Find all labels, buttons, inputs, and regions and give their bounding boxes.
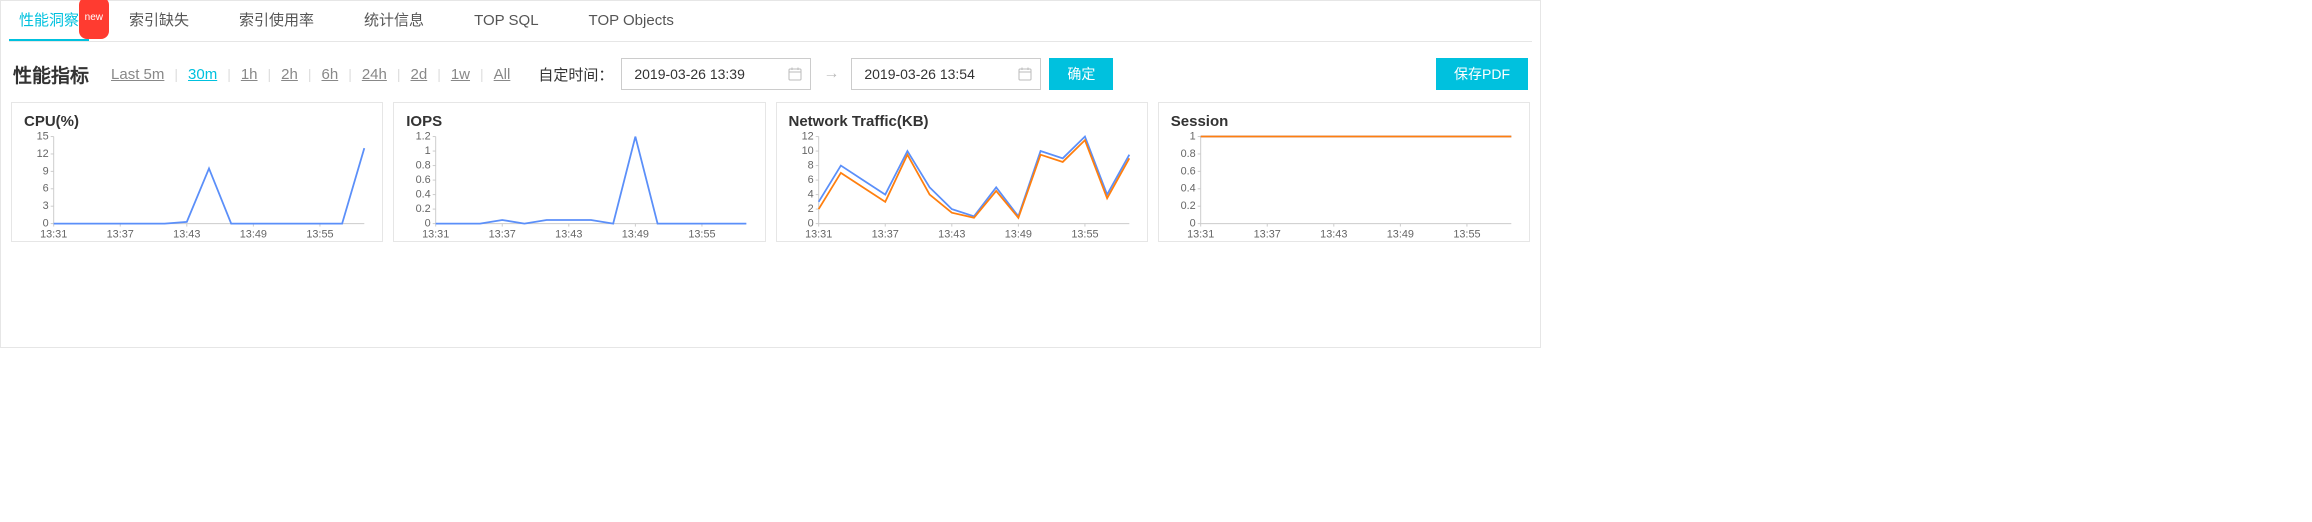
charts-row: CPU(%)0369121513:3113:3713:4313:4913:55I… [1, 102, 1540, 242]
svg-text:10: 10 [801, 145, 813, 157]
svg-text:13:43: 13:43 [938, 228, 965, 240]
svg-text:13:31: 13:31 [422, 228, 449, 240]
time-to-input[interactable]: 2019-03-26 13:54 [851, 58, 1041, 90]
chart-plot[interactable]: 0369121513:3113:3713:4313:4913:55 [24, 132, 370, 242]
svg-text:15: 15 [37, 132, 49, 143]
svg-text:13:49: 13:49 [240, 228, 267, 240]
calendar-icon [1018, 67, 1032, 81]
time-range-all[interactable]: All [484, 66, 521, 83]
chart-title: CPU(%) [24, 113, 370, 130]
chart-card-0: CPU(%)0369121513:3113:3713:4313:4913:55 [11, 102, 383, 242]
time-from-value: 2019-03-26 13:39 [634, 66, 745, 82]
tab-1[interactable]: 索引缺失 [129, 1, 189, 41]
time-range-arrow-icon: → [819, 65, 843, 83]
section-title: 性能指标 [13, 61, 89, 88]
svg-text:13:43: 13:43 [173, 228, 200, 240]
tab-bar: 性能洞察new 索引缺失 索引使用率 统计信息 TOP SQL TOP Objects [1, 1, 1540, 41]
svg-text:13:49: 13:49 [1387, 228, 1414, 240]
svg-text:13:37: 13:37 [871, 228, 898, 240]
svg-text:13:37: 13:37 [107, 228, 134, 240]
svg-text:13:55: 13:55 [1453, 228, 1480, 240]
svg-text:6: 6 [807, 174, 813, 186]
svg-text:13:37: 13:37 [489, 228, 516, 240]
time-range-2h[interactable]: 2h [271, 66, 308, 83]
save-pdf-button[interactable]: 保存PDF [1436, 58, 1528, 90]
svg-text:13:49: 13:49 [622, 228, 649, 240]
svg-text:6: 6 [43, 183, 49, 195]
chart-card-3: Session00.20.40.60.8113:3113:3713:4313:4… [1158, 102, 1530, 242]
svg-text:1: 1 [1189, 132, 1195, 143]
time-to-value: 2019-03-26 13:54 [864, 66, 975, 82]
tab-0[interactable]: 性能洞察new [19, 1, 79, 41]
tab-underline [9, 41, 1532, 42]
calendar-icon [788, 67, 802, 81]
svg-text:13:55: 13:55 [306, 228, 333, 240]
tab-4[interactable]: TOP SQL [474, 1, 538, 41]
svg-text:12: 12 [37, 148, 49, 160]
time-range-6h[interactable]: 6h [312, 66, 349, 83]
new-badge: new [79, 0, 109, 39]
time-from-input[interactable]: 2019-03-26 13:39 [621, 58, 811, 90]
svg-text:13:55: 13:55 [689, 228, 716, 240]
svg-text:0.6: 0.6 [416, 174, 431, 186]
chart-title: Network Traffic(KB) [789, 113, 1135, 130]
svg-text:8: 8 [807, 160, 813, 172]
svg-text:0.6: 0.6 [1180, 165, 1195, 177]
svg-text:13:43: 13:43 [555, 228, 582, 240]
time-range-links: Last 5m|30m|1h|2h|6h|24h|2d|1w|All [101, 66, 520, 83]
dashboard: 性能洞察new 索引缺失 索引使用率 统计信息 TOP SQL TOP Objects 性… [0, 0, 1541, 348]
svg-text:1: 1 [425, 145, 431, 157]
svg-text:4: 4 [807, 189, 813, 201]
svg-text:0.4: 0.4 [1180, 183, 1195, 195]
chart-title: Session [1171, 113, 1517, 130]
time-range-24h[interactable]: 24h [352, 66, 397, 83]
chart-card-2: Network Traffic(KB)02468101213:3113:3713… [776, 102, 1148, 242]
tab-3[interactable]: 统计信息 [364, 1, 424, 41]
svg-text:13:31: 13:31 [1187, 228, 1214, 240]
chart-plot[interactable]: 00.20.40.60.8113:3113:3713:4313:4913:55 [1171, 132, 1517, 242]
tab-5[interactable]: TOP Objects [589, 1, 674, 41]
time-range-1h[interactable]: 1h [231, 66, 268, 83]
chart-card-1: IOPS00.20.40.60.811.213:3113:3713:4313:4… [393, 102, 765, 242]
confirm-button[interactable]: 确定 [1049, 58, 1113, 90]
svg-text:3: 3 [43, 200, 49, 212]
svg-text:0.8: 0.8 [1180, 148, 1195, 160]
svg-text:13:55: 13:55 [1071, 228, 1098, 240]
svg-text:12: 12 [801, 132, 813, 143]
svg-text:13:49: 13:49 [1004, 228, 1031, 240]
svg-text:13:31: 13:31 [805, 228, 832, 240]
time-range-last5m[interactable]: Last 5m [101, 66, 174, 83]
svg-text:0.8: 0.8 [416, 160, 431, 172]
chart-plot[interactable]: 00.20.40.60.811.213:3113:3713:4313:4913:… [406, 132, 752, 242]
chart-plot[interactable]: 02468101213:3113:3713:4313:4913:55 [789, 132, 1135, 242]
svg-text:0.2: 0.2 [1180, 200, 1195, 212]
svg-text:13:37: 13:37 [1253, 228, 1280, 240]
svg-text:0.2: 0.2 [416, 203, 431, 215]
chart-title: IOPS [406, 113, 752, 130]
svg-text:13:43: 13:43 [1320, 228, 1347, 240]
svg-text:0.4: 0.4 [416, 189, 431, 201]
custom-time-label: 自定时间： [538, 64, 613, 85]
svg-text:9: 9 [43, 165, 49, 177]
time-range-30m[interactable]: 30m [178, 66, 227, 83]
tab-2[interactable]: 索引使用率 [239, 1, 314, 41]
svg-text:1.2: 1.2 [416, 132, 431, 143]
time-range-1w[interactable]: 1w [441, 66, 480, 83]
time-range-2d[interactable]: 2d [401, 66, 438, 83]
controls-row: 性能指标 Last 5m|30m|1h|2h|6h|24h|2d|1w|All … [1, 52, 1540, 102]
svg-text:13:31: 13:31 [40, 228, 67, 240]
svg-text:2: 2 [807, 203, 813, 215]
